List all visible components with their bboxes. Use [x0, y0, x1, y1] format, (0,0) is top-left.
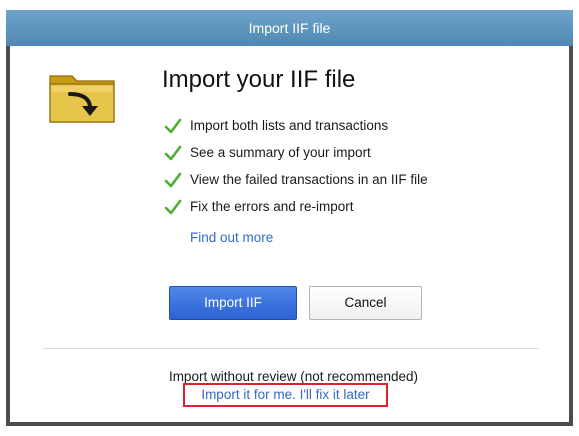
folder-import-icon	[48, 68, 116, 124]
feature-label: View the failed transactions in an IIF f…	[190, 172, 428, 187]
dialog-title-bar: Import IIF file	[6, 10, 573, 46]
dialog-title: Import IIF file	[248, 20, 331, 36]
check-icon	[164, 172, 182, 187]
cancel-button[interactable]: Cancel	[309, 286, 422, 320]
feature-label: Import both lists and transactions	[190, 118, 389, 133]
feature-item: Fix the errors and re-import	[164, 193, 428, 220]
import-without-review-note: Import without review (not recommended)	[168, 369, 419, 384]
screenshot-frame: Import IIF file Import your IIF file Imp…	[0, 0, 579, 436]
check-icon	[164, 145, 182, 160]
dialog-heading: Import your IIF file	[162, 66, 356, 93]
import-later-link[interactable]: Import it for me. I'll fix it later	[183, 383, 388, 407]
check-icon	[164, 199, 182, 214]
feature-item: View the failed transactions in an IIF f…	[164, 166, 428, 193]
feature-item: Import both lists and transactions	[164, 112, 428, 139]
feature-item: See a summary of your import	[164, 139, 428, 166]
feature-label: See a summary of your import	[190, 145, 371, 160]
feature-label: Fix the errors and re-import	[190, 199, 354, 214]
import-iif-button[interactable]: Import IIF	[169, 286, 297, 320]
check-icon	[164, 118, 182, 133]
find-out-more-link[interactable]: Find out more	[190, 230, 273, 245]
import-iif-dialog: Import IIF file Import your IIF file Imp…	[6, 10, 573, 426]
divider	[43, 348, 539, 349]
feature-list: Import both lists and transactions See a…	[164, 112, 428, 220]
